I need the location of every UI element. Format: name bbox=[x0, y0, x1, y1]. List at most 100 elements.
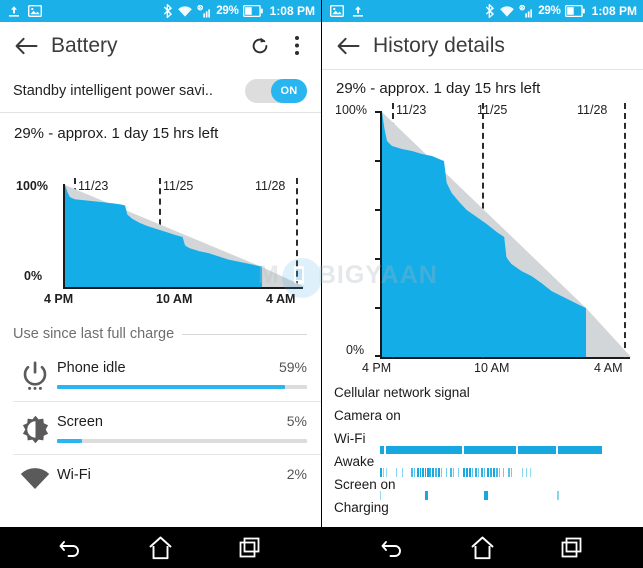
tick bbox=[484, 491, 488, 500]
tick bbox=[493, 468, 495, 477]
tick bbox=[481, 468, 483, 477]
back-nav-icon[interactable] bbox=[370, 531, 416, 565]
status-bar-left: 29% 1:08 PM bbox=[0, 0, 321, 22]
recents-nav-icon[interactable] bbox=[227, 531, 273, 565]
history-row-track bbox=[380, 446, 633, 454]
tick bbox=[475, 468, 477, 477]
standby-power-saving-row[interactable]: Standby intelligent power savi.. ON bbox=[0, 69, 321, 112]
tick bbox=[464, 446, 516, 454]
tick bbox=[435, 468, 437, 477]
x-axis-label-10am: 10 AM bbox=[156, 292, 193, 306]
overflow-menu-icon[interactable] bbox=[285, 34, 309, 58]
x-axis-label-4am: 4 AM bbox=[266, 292, 296, 306]
wifi-icon bbox=[499, 5, 515, 18]
upload-icon bbox=[8, 5, 20, 18]
refresh-icon[interactable] bbox=[248, 34, 272, 58]
y-axis-tick bbox=[375, 307, 380, 309]
history-row-camera[interactable]: Camera on bbox=[322, 408, 643, 431]
tick bbox=[383, 468, 384, 477]
x-axis-label-4pm: 4 PM bbox=[44, 292, 74, 306]
tick bbox=[380, 491, 381, 500]
tick bbox=[425, 491, 428, 500]
battery-chart-title: 29% - approx. 1 day 15 hrs left bbox=[14, 125, 219, 142]
usage-row-phone-idle[interactable]: Phone idle 59% bbox=[0, 348, 321, 401]
toggle-state-label: ON bbox=[271, 78, 307, 103]
tick bbox=[380, 446, 384, 454]
battery-icon bbox=[564, 5, 585, 17]
wifi-filled-icon bbox=[13, 466, 57, 490]
history-row-cellular[interactable]: Cellular network signal bbox=[322, 385, 643, 408]
usage-top: Screen 5% bbox=[57, 413, 307, 430]
usage-percent: 59% bbox=[278, 359, 307, 375]
home-nav-icon[interactable] bbox=[459, 531, 505, 565]
tick bbox=[386, 468, 387, 477]
history-row-wifi[interactable]: Wi-Fi bbox=[322, 431, 643, 454]
status-bar-right-icons: 29% 1:08 PM bbox=[163, 4, 315, 18]
power-icon bbox=[13, 359, 57, 391]
tick bbox=[490, 468, 492, 477]
tick bbox=[530, 468, 531, 477]
tick bbox=[414, 468, 415, 477]
image-icon bbox=[330, 5, 344, 17]
tick bbox=[522, 468, 523, 477]
x-axis-label-4pm: 4 PM bbox=[362, 361, 392, 375]
battery-history-chart-left[interactable]: 100% 0% 11/23 11/25 11/28 4 PM 10 AM 4 A… bbox=[0, 142, 321, 312]
usage-body: Phone idle 59% bbox=[57, 359, 307, 389]
y-axis-tick bbox=[375, 209, 380, 211]
tick bbox=[458, 468, 459, 477]
section-rule bbox=[182, 333, 307, 335]
system-nav-bar-left bbox=[0, 527, 321, 568]
tick bbox=[446, 468, 447, 477]
history-row-label: Wi-Fi bbox=[334, 431, 366, 446]
system-nav-bar-right bbox=[322, 527, 643, 568]
tick bbox=[508, 468, 510, 477]
standby-power-saving-label: Standby intelligent power savi.. bbox=[13, 82, 213, 99]
status-bar-left-icons bbox=[8, 5, 42, 18]
tick bbox=[472, 468, 473, 477]
bluetooth-icon bbox=[485, 4, 495, 18]
back-button[interactable] bbox=[335, 33, 361, 59]
usage-row-screen[interactable]: Screen 5% bbox=[0, 402, 321, 454]
battery-icon bbox=[242, 5, 263, 17]
back-nav-icon[interactable] bbox=[48, 531, 94, 565]
back-button[interactable] bbox=[13, 33, 39, 59]
status-bar-right: 29% 1:08 PM bbox=[322, 0, 643, 22]
tick bbox=[484, 468, 485, 477]
upload-icon bbox=[352, 5, 364, 18]
usage-row-wifi[interactable]: Wi-Fi 2% bbox=[0, 455, 321, 500]
recents-nav-icon[interactable] bbox=[549, 531, 595, 565]
usage-name: Screen bbox=[57, 414, 103, 430]
brightness-icon bbox=[13, 413, 57, 444]
y-axis-tick bbox=[375, 258, 380, 260]
history-row-awake[interactable]: Awake bbox=[322, 454, 643, 477]
image-icon bbox=[28, 5, 42, 17]
wifi-icon bbox=[177, 5, 193, 18]
history-row-track bbox=[380, 468, 633, 477]
battery-screen: 29% 1:08 PM Battery Standby intelligent … bbox=[0, 0, 321, 568]
battery-area-plot bbox=[65, 185, 305, 287]
battery-history-chart-right[interactable]: 100% 0% 11/23 11/25 11/28 4 PM 10 AM 4 A… bbox=[322, 97, 643, 375]
tick bbox=[441, 468, 442, 477]
history-row-label: Awake bbox=[334, 454, 375, 469]
tick bbox=[432, 468, 434, 477]
usage-progress-fill bbox=[57, 385, 285, 389]
tick bbox=[518, 446, 556, 454]
y-axis-bottom-label: 0% bbox=[346, 343, 365, 357]
tick bbox=[450, 468, 452, 477]
history-row-screen-on[interactable]: Screen on bbox=[322, 477, 643, 500]
tick bbox=[438, 468, 440, 477]
tick bbox=[526, 468, 527, 477]
tick bbox=[558, 446, 602, 454]
history-row-label: Cellular network signal bbox=[334, 385, 470, 400]
tick bbox=[511, 468, 512, 477]
history-chart-title: 29% - approx. 1 day 15 hrs left bbox=[336, 80, 541, 97]
tick bbox=[411, 468, 413, 477]
home-nav-icon[interactable] bbox=[137, 531, 183, 565]
bluetooth-icon bbox=[163, 4, 173, 18]
app-bar-actions bbox=[248, 34, 309, 58]
tick bbox=[386, 446, 462, 454]
standby-power-saving-toggle[interactable]: ON bbox=[245, 78, 307, 103]
tick bbox=[429, 468, 431, 477]
history-row-charging[interactable]: Charging bbox=[322, 500, 643, 523]
usage-progress-bar bbox=[57, 385, 307, 389]
